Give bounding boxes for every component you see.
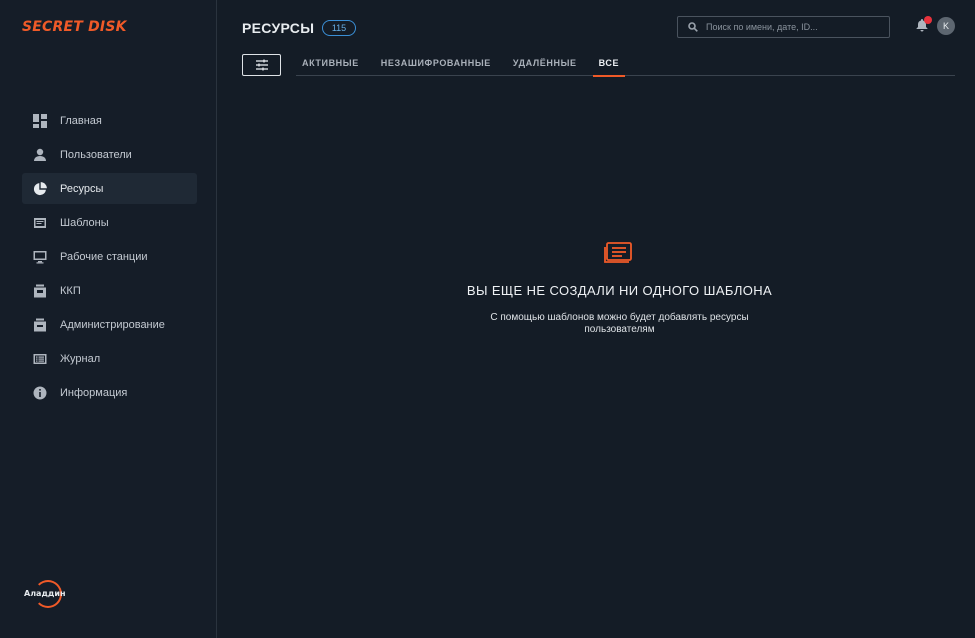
sidebar: SECRET DISK Главная Пользователи Ресурсы… bbox=[0, 0, 217, 638]
tabs: АКТИВНЫЕ НЕЗАШИФРОВАННЫЕ УДАЛЁННЫЕ ВСЕ bbox=[296, 54, 955, 77]
notifications-button[interactable] bbox=[915, 16, 932, 34]
aladdin-logo-text: Аладдин bbox=[24, 589, 66, 598]
sidebar-item-home[interactable]: Главная bbox=[22, 105, 197, 136]
journal-icon bbox=[33, 352, 47, 366]
sidebar-item-label: Администрирование bbox=[60, 318, 165, 331]
sliders-icon bbox=[255, 59, 268, 71]
sidebar-item-info[interactable]: Информация bbox=[22, 377, 197, 408]
filter-button[interactable] bbox=[242, 54, 281, 76]
sidebar-item-templates[interactable]: Шаблоны bbox=[22, 207, 197, 238]
sidebar-item-label: Ресурсы bbox=[60, 182, 104, 195]
sidebar-nav: Главная Пользователи Ресурсы Шаблоны Раб… bbox=[22, 105, 197, 411]
tab-deleted[interactable]: УДАЛЁННЫЕ bbox=[507, 54, 583, 76]
empty-state-title: ВЫ ЕЩЕ НЕ СОЗДАЛИ НИ ОДНОГО ШАБЛОНА bbox=[466, 283, 773, 298]
search-input[interactable] bbox=[706, 22, 876, 32]
dashboard-icon bbox=[33, 113, 47, 128]
info-icon bbox=[33, 386, 47, 400]
sidebar-item-label: ККП bbox=[60, 284, 81, 297]
count-badge: 115 bbox=[322, 20, 356, 36]
tab-all[interactable]: ВСЕ bbox=[592, 54, 626, 77]
notification-dot bbox=[924, 16, 932, 24]
tab-unencrypted[interactable]: НЕЗАШИФРОВАННЫЕ bbox=[375, 54, 497, 76]
sidebar-item-label: Журнал bbox=[60, 352, 101, 365]
avatar[interactable]: K bbox=[937, 17, 955, 35]
sidebar-item-label: Рабочие станции bbox=[60, 250, 148, 263]
template-stack-icon bbox=[604, 242, 632, 263]
page-title: РЕСУРСЫ bbox=[242, 20, 315, 36]
sidebar-item-kkp[interactable]: ККП bbox=[22, 275, 197, 306]
sidebar-item-label: Информация bbox=[60, 386, 128, 399]
app-logo[interactable]: SECRET DISK bbox=[22, 19, 127, 35]
sidebar-item-label: Шаблоны bbox=[60, 216, 109, 229]
sidebar-item-users[interactable]: Пользователи bbox=[22, 139, 197, 170]
search-box[interactable] bbox=[677, 16, 890, 38]
pie-chart-icon bbox=[33, 181, 47, 196]
template-icon bbox=[33, 216, 47, 230]
monitor-icon bbox=[33, 250, 47, 264]
sidebar-item-label: Главная bbox=[60, 114, 102, 127]
kiosk-icon bbox=[33, 284, 47, 298]
sidebar-item-workstations[interactable]: Рабочие станции bbox=[22, 241, 197, 272]
empty-state-description: С помощью шаблонов можно будет добавлять… bbox=[490, 312, 749, 335]
sidebar-item-label: Пользователи bbox=[60, 148, 132, 161]
sidebar-item-journal[interactable]: Журнал bbox=[22, 343, 197, 374]
search-icon bbox=[688, 22, 698, 32]
sidebar-item-administration[interactable]: Администрирование bbox=[22, 309, 197, 340]
tab-active[interactable]: АКТИВНЫЕ bbox=[296, 54, 365, 76]
user-icon bbox=[33, 148, 47, 162]
admin-icon bbox=[33, 318, 47, 332]
aladdin-logo: Аладдин bbox=[22, 578, 66, 610]
sidebar-item-resources[interactable]: Ресурсы bbox=[22, 173, 197, 204]
